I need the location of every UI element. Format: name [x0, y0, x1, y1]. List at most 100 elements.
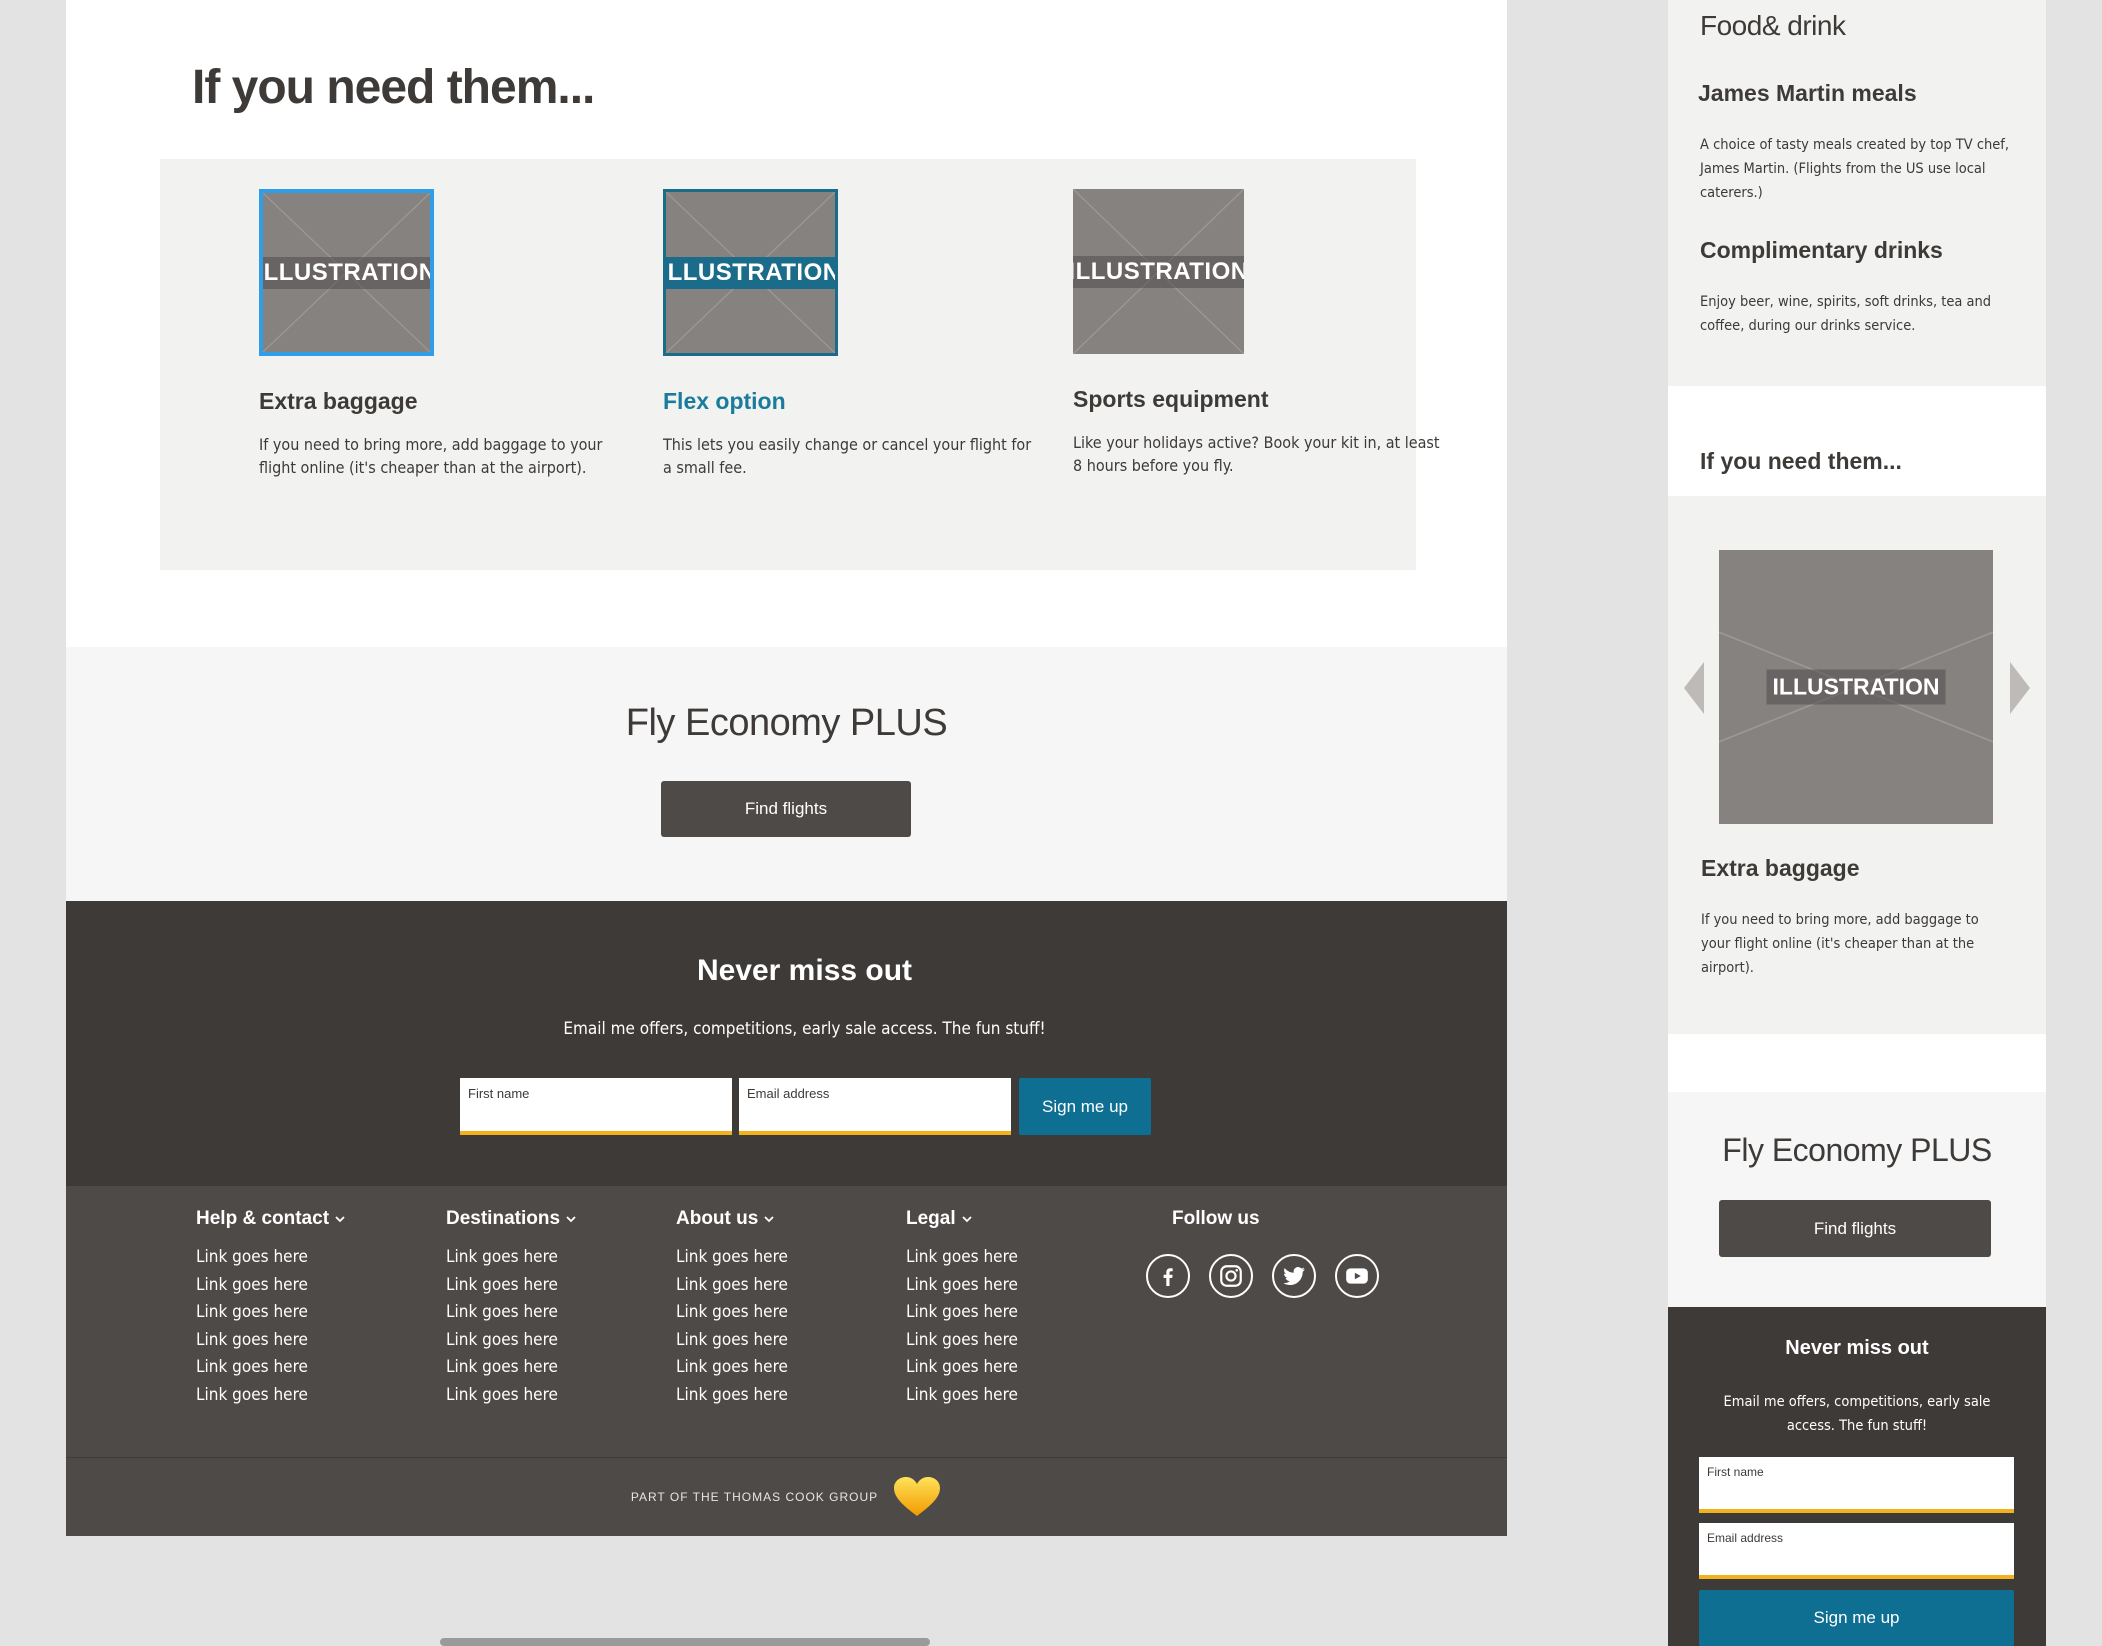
footer-link[interactable]: Link goes here — [446, 1244, 576, 1272]
if-you-need-band: If you need them... — [1668, 386, 2046, 496]
carousel-item-title: Extra baggage — [1701, 855, 1860, 881]
footer-link[interactable]: Link goes here — [196, 1354, 345, 1382]
economy-plus-title: Fly Economy PLUS — [1722, 1132, 1992, 1168]
footer-link[interactable]: Link goes here — [676, 1244, 788, 1272]
desktop-artboard: If you need them... ILLUSTRATION Extra b… — [66, 0, 1507, 1536]
footer-link[interactable]: Link goes here — [446, 1272, 576, 1300]
illustration-label: ILLUSTRATION — [666, 256, 835, 289]
footer-column-destinations: Destinations Link goes here Link goes he… — [446, 1208, 576, 1409]
card-description: This lets you easily change or cancel yo… — [663, 435, 1032, 477]
footer-heading[interactable]: Help & contact — [196, 1208, 345, 1230]
extras-panel: ILLUSTRATION Extra baggage If you need t… — [160, 159, 1440, 570]
footer-heading[interactable]: Destinations — [446, 1208, 576, 1230]
first-name-field[interactable]: First name — [460, 1078, 732, 1135]
footer-link[interactable]: Link goes here — [196, 1327, 345, 1355]
newsletter-title: Never miss out — [1785, 1337, 1929, 1359]
item-title: Complimentary drinks — [1700, 237, 1943, 263]
footer-divider — [66, 1457, 1507, 1458]
footer-column-help: Help & contact Link goes here Link goes … — [196, 1208, 345, 1409]
footer-link[interactable]: Link goes here — [446, 1299, 576, 1327]
card-title: Extra baggage — [259, 388, 418, 414]
youtube-icon[interactable] — [1335, 1254, 1379, 1298]
footer-link[interactable]: Link goes here — [446, 1327, 576, 1355]
illustration-label: ILLUSTRATION — [1766, 669, 1946, 705]
footer-link[interactable]: Link goes here — [906, 1327, 1018, 1355]
footer-column-legal: Legal Link goes here Link goes here Link… — [906, 1208, 1018, 1409]
illustration-placeholder: ILLUSTRATION — [259, 189, 434, 356]
carousel-prev-arrow[interactable] — [1684, 662, 1704, 714]
footer-link[interactable]: Link goes here — [676, 1382, 788, 1410]
social-links — [1146, 1254, 1379, 1298]
footer-heading[interactable]: About us — [676, 1208, 788, 1230]
card-description: If you need to bring more, add baggage t… — [259, 435, 603, 477]
field-placeholder: First name — [468, 1086, 530, 1101]
footer-link[interactable]: Link goes here — [196, 1272, 345, 1300]
footer-column-about: About us Link goes here Link goes here L… — [676, 1208, 788, 1409]
item-title: James Martin meals — [1698, 80, 1917, 106]
footer-heading[interactable]: Legal — [906, 1208, 1018, 1230]
footer-link[interactable]: Link goes here — [196, 1382, 345, 1410]
chevron-down-icon — [961, 1216, 972, 1223]
instagram-icon[interactable] — [1209, 1254, 1253, 1298]
find-flights-button[interactable]: Find flights — [1719, 1200, 1991, 1257]
newsletter-subtitle: Email me offers, competitions, early sal… — [563, 1019, 1046, 1039]
twitter-icon[interactable] — [1272, 1254, 1316, 1298]
footer-link[interactable]: Link goes here — [676, 1327, 788, 1355]
card-title: Sports equipment — [1073, 386, 1269, 412]
footer-link[interactable]: Link goes here — [906, 1272, 1018, 1300]
field-placeholder: Email address — [1707, 1531, 1784, 1545]
footer-column-follow: Follow us — [1172, 1208, 1260, 1230]
footer-link[interactable]: Link goes here — [446, 1382, 576, 1410]
email-field[interactable]: Email address — [739, 1078, 1011, 1135]
newsletter-section: Never miss out Email me offers, competit… — [1668, 1307, 2046, 1646]
email-field[interactable]: Email address — [1699, 1523, 2014, 1579]
footer-heading-label: About us — [676, 1208, 759, 1229]
group-text: PART OF THE THOMAS COOK GROUP — [630, 1490, 879, 1504]
follow-us-heading: Follow us — [1172, 1208, 1260, 1229]
footer-link[interactable]: Link goes here — [676, 1299, 788, 1327]
find-flights-button[interactable]: Find flights — [661, 781, 911, 837]
carousel-next-arrow[interactable] — [2010, 662, 2030, 714]
sign-up-button[interactable]: Sign me up — [1699, 1590, 2014, 1646]
first-name-field[interactable]: First name — [1699, 1457, 2014, 1513]
footer-heading-label: Destinations — [446, 1208, 561, 1229]
mobile-artboard: Food& drink James Martin meals A choice … — [1668, 0, 2046, 1646]
food-drink-title: Food& drink — [1700, 10, 1846, 41]
extra-card-baggage[interactable]: ILLUSTRATION Extra baggage If you need t… — [259, 189, 639, 479]
carousel-item-description: If you need to bring more, add baggage t… — [1701, 912, 1979, 976]
illustration-label: ILLUSTRATION — [1073, 255, 1244, 288]
section-title: If you need them... — [192, 61, 595, 114]
footer-link[interactable]: Link goes here — [196, 1299, 345, 1327]
newsletter-section: Never miss out Email me offers, competit… — [66, 901, 1507, 1186]
chevron-down-icon — [335, 1216, 345, 1223]
illustration-label: ILLUSTRATION — [263, 256, 430, 289]
chevron-down-icon — [566, 1216, 576, 1223]
footer-link[interactable]: Link goes here — [446, 1354, 576, 1382]
item-description: Enjoy beer, wine, spirits, soft drinks, … — [1700, 294, 1992, 334]
footer-link[interactable]: Link goes here — [906, 1299, 1018, 1327]
footer-link[interactable]: Link goes here — [906, 1354, 1018, 1382]
card-title: Flex option — [663, 388, 786, 414]
horizontal-scrollbar[interactable] — [440, 1638, 930, 1646]
economy-plus-band: Fly Economy PLUS Find flights — [66, 647, 1507, 901]
item-description: A choice of tasty meals created by top T… — [1700, 137, 2010, 201]
extra-card-flex[interactable]: ILLUSTRATION Flex option This lets you e… — [663, 189, 1043, 479]
section-title: If you need them... — [1700, 448, 1902, 474]
footer-link[interactable]: Link goes here — [906, 1244, 1018, 1272]
newsletter-title: Never miss out — [696, 954, 913, 987]
spacer — [1668, 1034, 2046, 1092]
extra-card-sports[interactable]: ILLUSTRATION Sports equipment Like your … — [1073, 189, 1453, 477]
sign-up-button[interactable]: Sign me up — [1019, 1078, 1151, 1135]
footer-link[interactable]: Link goes here — [196, 1244, 345, 1272]
group-branding: PART OF THE THOMAS COOK GROUP — [66, 1476, 1507, 1518]
footer-link[interactable]: Link goes here — [676, 1272, 788, 1300]
facebook-icon[interactable] — [1146, 1254, 1190, 1298]
field-placeholder: Email address — [747, 1086, 830, 1101]
field-placeholder: First name — [1707, 1465, 1764, 1479]
footer-link[interactable]: Link goes here — [676, 1354, 788, 1382]
illustration-placeholder: ILLUSTRATION — [1719, 550, 1993, 824]
chevron-down-icon — [764, 1216, 774, 1223]
footer-link[interactable]: Link goes here — [906, 1382, 1018, 1410]
economy-plus-title: Fly Economy PLUS — [625, 702, 948, 744]
illustration-placeholder: ILLUSTRATION — [663, 189, 838, 356]
